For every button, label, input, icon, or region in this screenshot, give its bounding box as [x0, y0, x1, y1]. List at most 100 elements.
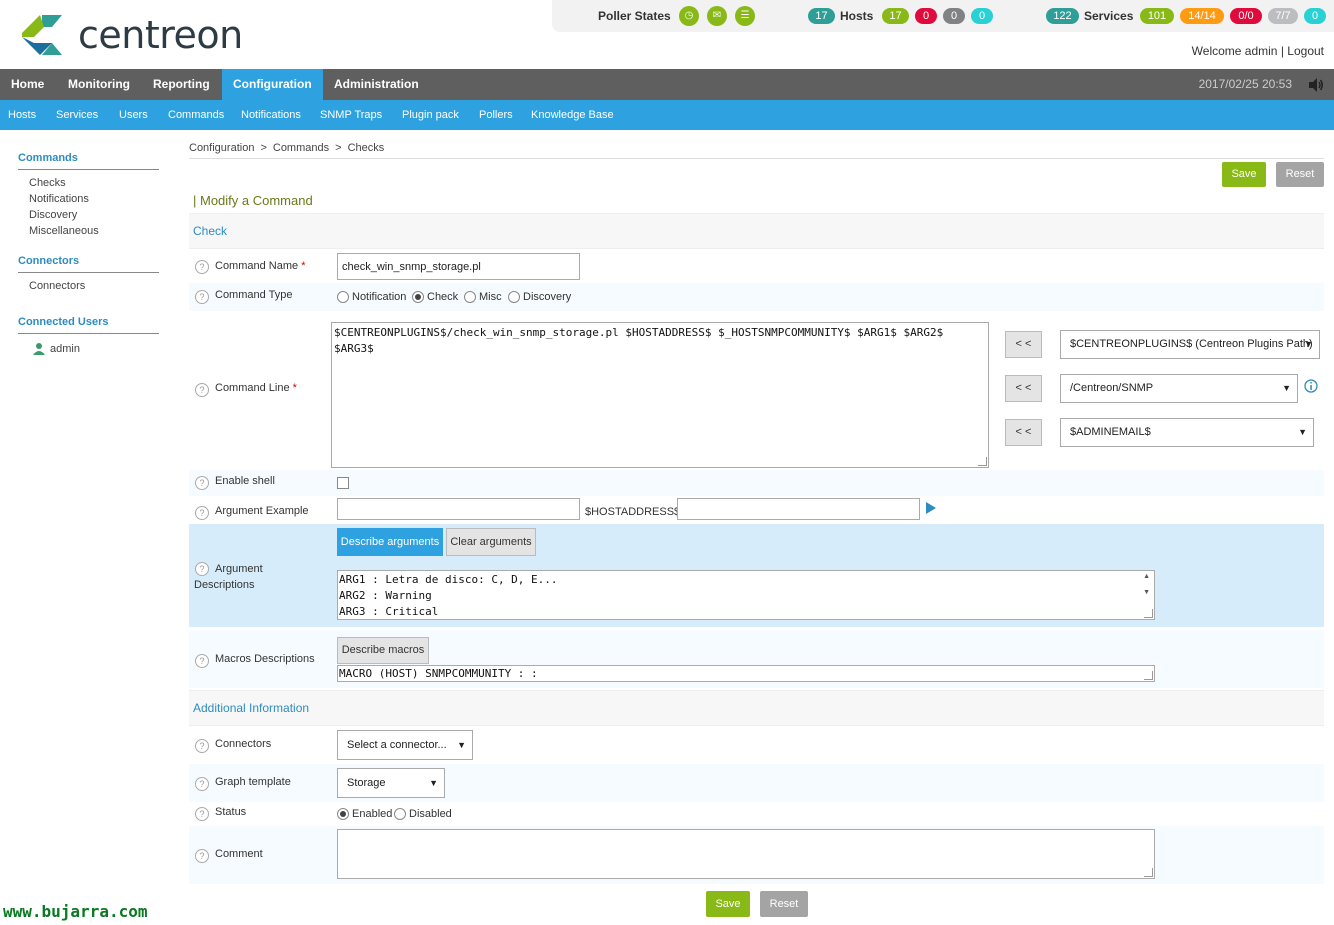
enable-shell-checkbox[interactable]	[337, 477, 349, 489]
radio-enabled-label: Enabled	[352, 808, 393, 820]
argument-example-input[interactable]	[337, 498, 580, 520]
macros-text: MACRO (HOST) SNMPCOMMUNITY : :	[339, 667, 538, 680]
connectors-select-value: Select a connector...	[347, 739, 447, 751]
subnav-users[interactable]: Users	[119, 100, 148, 130]
subnav-services[interactable]: Services	[56, 100, 98, 130]
graph-template-select[interactable]: Storage ▼	[337, 768, 445, 798]
chevron-down-icon: ▼	[457, 740, 466, 750]
argument-descriptions-textarea[interactable]: ARG1 : Letra de disco: C, D, E... ARG2 :…	[337, 570, 1155, 620]
argument-description-line: ARG3 : Critical	[339, 605, 439, 618]
sidebar-item-miscellaneous[interactable]: Miscellaneous	[29, 225, 99, 237]
radio-check[interactable]	[412, 291, 424, 303]
radio-disabled[interactable]	[394, 808, 406, 820]
subnav-knowledge-base[interactable]: Knowledge Base	[531, 100, 614, 130]
help-icon[interactable]: ?	[195, 849, 209, 863]
insert-macro-button-2[interactable]: < <	[1005, 375, 1042, 402]
hosts-down-badge[interactable]: 0	[915, 8, 937, 24]
hosts-up-badge[interactable]: 17	[882, 8, 909, 24]
help-icon[interactable]: ?	[195, 777, 209, 791]
macro-select-2[interactable]: /Centreon/SNMP ▼	[1060, 374, 1298, 403]
row-background	[189, 470, 1324, 496]
help-icon[interactable]: ?	[195, 260, 209, 274]
reset-button-bottom[interactable]: Reset	[760, 891, 808, 917]
logout-link[interactable]: Logout	[1287, 44, 1324, 58]
services-pending-badge[interactable]: 0	[1304, 8, 1326, 24]
connectors-select[interactable]: Select a connector... ▼	[337, 730, 473, 760]
nav-monitoring[interactable]: Monitoring	[57, 69, 141, 100]
hosts-unreachable-badge[interactable]: 0	[943, 8, 965, 24]
resize-handle[interactable]	[1144, 609, 1153, 618]
hostaddress-input[interactable]	[677, 498, 920, 520]
radio-notification[interactable]	[337, 291, 349, 303]
footer-brand: www.bujarra.com	[3, 902, 148, 921]
poller-clock-icon[interactable]: ◷	[679, 6, 699, 26]
resize-handle[interactable]	[1144, 868, 1153, 877]
macro-select-1[interactable]: $CENTREONPLUGINS$ (Centreon Plugins Path…	[1060, 330, 1320, 359]
comment-textarea[interactable]	[337, 829, 1155, 879]
section-additional-header: Additional Information	[189, 690, 1324, 726]
help-icon[interactable]: ?	[195, 506, 209, 520]
services-critical-badge[interactable]: 0/0	[1230, 8, 1262, 24]
radio-misc[interactable]	[464, 291, 476, 303]
subnav-commands[interactable]: Commands	[168, 100, 224, 130]
insert-macro-button-3[interactable]: < <	[1005, 419, 1042, 446]
describe-macros-button[interactable]: Describe macros	[337, 637, 429, 664]
poller-database-icon[interactable]: ☰	[735, 6, 755, 26]
sidebar-item-checks[interactable]: Checks	[29, 177, 66, 189]
command-line-textarea[interactable]: $CENTREONPLUGINS$/check_win_snmp_storage…	[331, 322, 989, 468]
radio-notification-label: Notification	[352, 291, 407, 303]
save-button-bottom[interactable]: Save	[706, 891, 750, 917]
help-icon[interactable]: ?	[195, 383, 209, 397]
describe-arguments-button[interactable]: Describe arguments	[337, 528, 443, 556]
services-warning-badge[interactable]: 14/14	[1180, 8, 1224, 24]
info-icon[interactable]	[1304, 379, 1318, 393]
chevron-down-icon: ▼	[1298, 427, 1307, 437]
command-name-input[interactable]	[337, 253, 580, 280]
insert-macro-button-1[interactable]: < <	[1005, 331, 1042, 358]
enable-shell-label: Enable shell	[215, 475, 275, 487]
scroll-up-icon[interactable]: ▲	[1143, 573, 1150, 580]
nav-administration[interactable]: Administration	[323, 69, 430, 100]
nav-reporting[interactable]: Reporting	[142, 69, 221, 100]
breadcrumb-checks[interactable]: Checks	[348, 142, 385, 154]
breadcrumb-configuration[interactable]: Configuration	[189, 142, 254, 154]
save-button-top[interactable]: Save	[1222, 162, 1266, 187]
radio-discovery[interactable]	[508, 291, 520, 303]
sidebar-item-connectors[interactable]: Connectors	[29, 280, 85, 292]
subnav-hosts[interactable]: Hosts	[8, 100, 36, 130]
subnav-pollers[interactable]: Pollers	[479, 100, 513, 130]
help-icon[interactable]: ?	[195, 290, 209, 304]
radio-enabled[interactable]	[337, 808, 349, 820]
resize-handle[interactable]	[978, 457, 987, 466]
subnav-plugin-pack[interactable]: Plugin pack	[402, 100, 459, 130]
help-icon[interactable]: ?	[195, 654, 209, 668]
resize-handle[interactable]	[1144, 671, 1153, 680]
services-total-badge[interactable]: 122	[1046, 8, 1079, 24]
scroll-down-icon[interactable]: ▼	[1143, 589, 1150, 596]
centreon-logo[interactable]: centreon	[18, 12, 243, 58]
help-icon[interactable]: ?	[195, 476, 209, 490]
hosts-pending-badge[interactable]: 0	[971, 8, 993, 24]
sidebar-item-notifications[interactable]: Notifications	[29, 193, 89, 205]
argument-description-line: ARG2 : Warning	[339, 589, 432, 602]
sound-icon[interactable]	[1308, 77, 1324, 93]
macros-textarea[interactable]: MACRO (HOST) SNMPCOMMUNITY : :	[337, 665, 1155, 682]
subnav-snmp-traps[interactable]: SNMP Traps	[320, 100, 382, 130]
help-icon[interactable]: ?	[195, 739, 209, 753]
services-unknown-badge[interactable]: 7/7	[1268, 8, 1298, 24]
macro-select-3[interactable]: $ADMINEMAIL$ ▼	[1060, 418, 1314, 447]
chevron-down-icon: ▼	[1304, 339, 1313, 349]
clear-arguments-button[interactable]: Clear arguments	[446, 528, 536, 556]
hosts-total-badge[interactable]: 17	[808, 8, 835, 24]
play-icon[interactable]	[925, 501, 937, 515]
nav-home[interactable]: Home	[0, 69, 55, 100]
subnav-notifications[interactable]: Notifications	[241, 100, 301, 130]
reset-button-top[interactable]: Reset	[1276, 162, 1324, 187]
breadcrumb-commands[interactable]: Commands	[273, 142, 329, 154]
macros-descriptions-label: Macros Descriptions	[215, 653, 315, 665]
nav-configuration[interactable]: Configuration	[222, 69, 323, 100]
poller-inbox-icon[interactable]: ✉	[707, 6, 727, 26]
sidebar-item-discovery[interactable]: Discovery	[29, 209, 77, 221]
services-ok-badge[interactable]: 101	[1140, 8, 1174, 24]
help-icon[interactable]: ?	[195, 807, 209, 821]
